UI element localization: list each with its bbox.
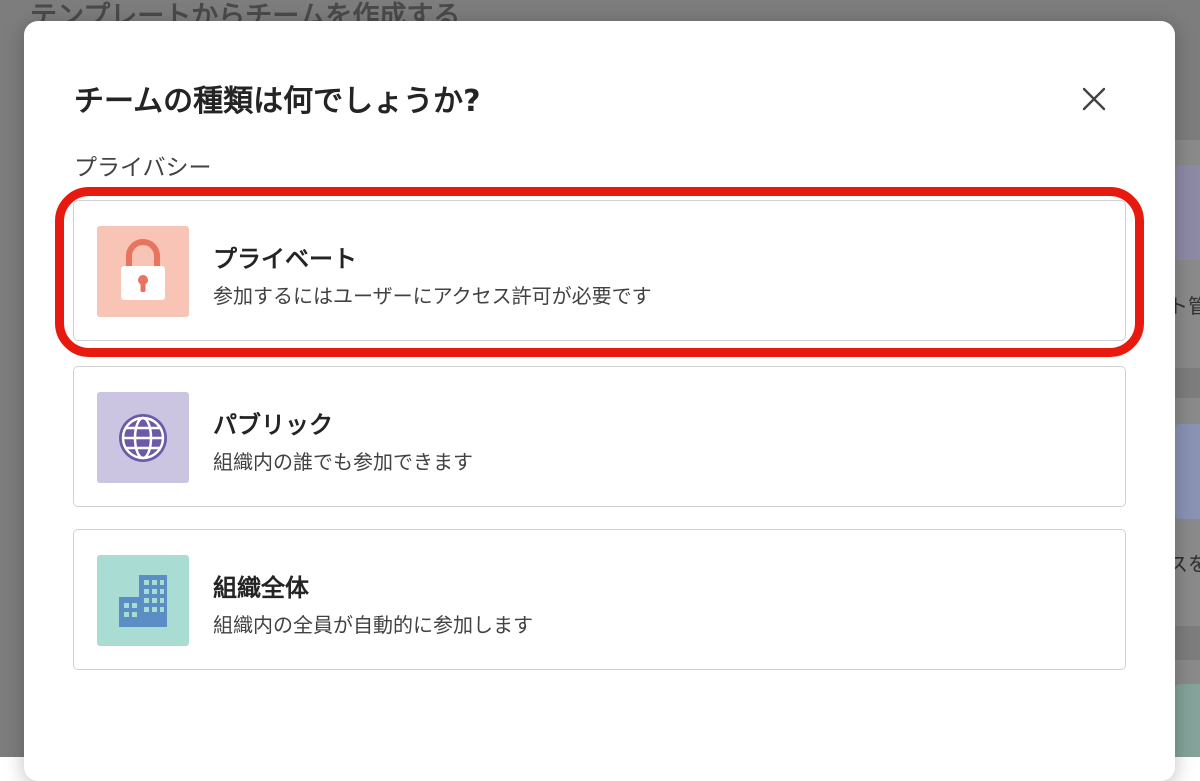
option-title: 組織全体 xyxy=(213,574,309,602)
building-icon xyxy=(119,575,167,627)
close-icon xyxy=(1082,87,1106,111)
option-org-wide[interactable]: 組織全体 組織内の全員が自動的に参加します xyxy=(73,529,1126,670)
dialog-title: チームの種類は何でしょうか? xyxy=(74,84,481,119)
background-thumbnail xyxy=(1174,424,1200,519)
close-button[interactable] xyxy=(1076,81,1112,117)
background-thumbnail xyxy=(1174,684,1200,757)
create-team-dialog: チームの種類は何でしょうか? プライバシー プライベート 参加するにはユーザーに… xyxy=(24,21,1175,781)
option-title: パブリック xyxy=(213,411,333,439)
lock-icon xyxy=(121,239,165,300)
background-thumbnail xyxy=(1174,165,1200,260)
org-wide-tile xyxy=(97,555,189,646)
globe-icon xyxy=(119,414,167,462)
option-description: 組織内の全員が自動的に参加します xyxy=(213,613,533,637)
private-tile xyxy=(97,226,189,317)
option-description: 組織内の誰でも参加できます xyxy=(213,450,473,474)
public-tile xyxy=(97,392,189,483)
privacy-section-label: プライバシー xyxy=(74,155,212,181)
option-public[interactable]: パブリック 組織内の誰でも参加できます xyxy=(73,366,1126,507)
option-description: 参加するにはユーザーにアクセス許可が必要です xyxy=(213,284,652,308)
option-private[interactable]: プライベート 参加するにはユーザーにアクセス許可が必要です xyxy=(73,200,1126,341)
option-title: プライベート xyxy=(213,245,357,273)
